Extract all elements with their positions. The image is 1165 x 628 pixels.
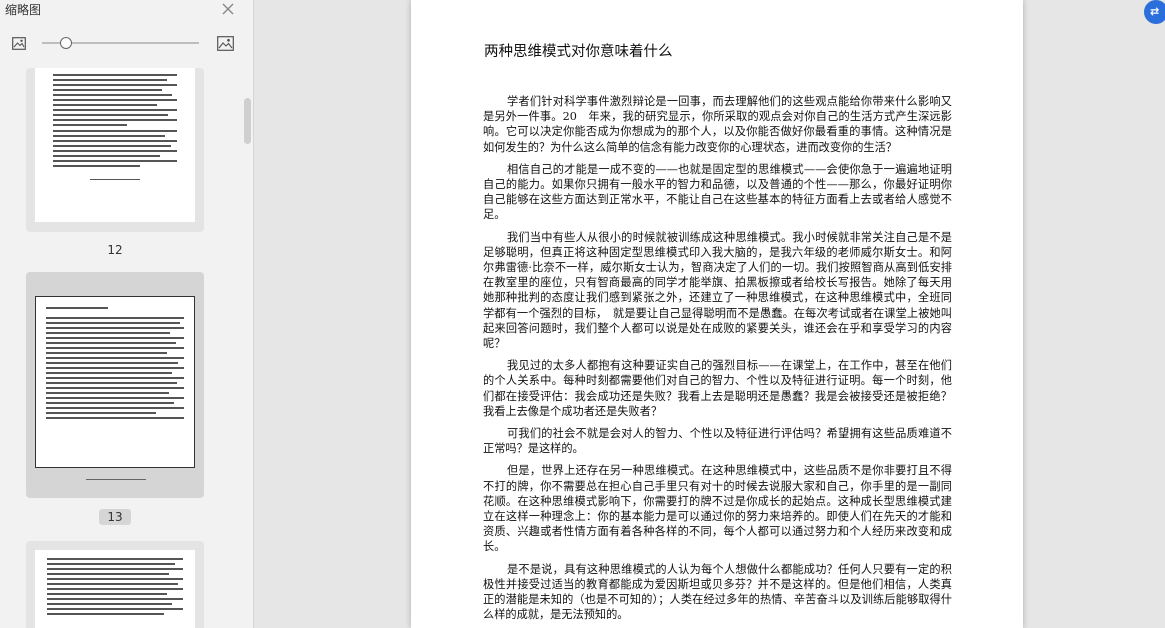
- zoom-toolbar: [0, 20, 253, 60]
- sidebar-header: 缩略图: [0, 0, 253, 20]
- image-small-icon[interactable]: [12, 37, 26, 50]
- thumbnail-page-12[interactable]: [26, 68, 204, 232]
- paragraph: 我们当中有些人从很小的时候就被训练成这种思维模式。我小时候就非常关注自己是不是足…: [483, 230, 952, 351]
- image-large-icon[interactable]: [217, 36, 234, 51]
- zoom-slider-handle[interactable]: [59, 37, 72, 49]
- close-icon[interactable]: [220, 1, 236, 17]
- paragraph: 相信自己的才能是一成不变的——也就是固定型的思维模式——会使你急于一遍遍地证明自…: [483, 162, 952, 222]
- document-body: 学者们针对科学事件激烈辩论是一回事，而去理解他们的这些观点能给你带来什么影响又是…: [483, 94, 952, 628]
- translate-icon: ⇄: [1150, 5, 1160, 18]
- thumbnail-page-13[interactable]: [26, 272, 204, 498]
- translate-float-button[interactable]: ⇄: [1144, 0, 1165, 24]
- thumbnail-sidebar: 缩略图 12 13: [0, 0, 254, 628]
- paragraph: 是不是说，具有这种思维模式的人认为每个人想做什么都能成功？任何人只要有一定的积极…: [483, 562, 952, 622]
- thumbnail-page-image: [35, 296, 195, 468]
- paragraph: 可我们的社会不就是会对人的智力、个性以及特征进行评估吗？希望拥有这些品质难道不正…: [483, 427, 952, 456]
- page-title: 两种思维模式对你意味着什么: [484, 44, 673, 60]
- sidebar-scrollbar[interactable]: [244, 98, 251, 144]
- paragraph: 但是，世界上还存在另一种思维模式。在这种思维模式中，这些品质不是你非要打且不得不…: [483, 464, 952, 554]
- thumbnail-label-13: 13: [99, 509, 131, 525]
- sidebar-title: 缩略图: [5, 3, 42, 17]
- paragraph: 学者们针对科学事件激烈辩论是一回事，而去理解他们的这些观点能给你带来什么影响又是…: [483, 95, 952, 154]
- thumbnail-page-image: [35, 68, 195, 222]
- thumbnail-page-14[interactable]: [26, 541, 204, 628]
- thumbnail-page-image: [35, 550, 195, 628]
- thumbnail-label-12: 12: [107, 243, 123, 257]
- document-page: 两种思维模式对你意味着什么 学者们针对科学事件激烈辩论是一回事，而去理解他们的这…: [411, 0, 1023, 628]
- paragraph: 我见过的太多人都抱有这种要证实自己的强烈目标——在课堂上，在工作中，甚至在他们的…: [483, 359, 952, 418]
